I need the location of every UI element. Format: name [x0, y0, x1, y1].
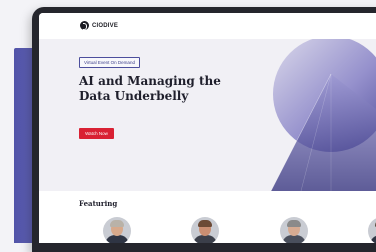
- site-logo[interactable]: CIODIVE: [80, 21, 118, 30]
- site-header: CIODIVE: [39, 13, 376, 40]
- browser-screen: CIODIVE Virtual Event On Demand AI and M…: [39, 13, 376, 243]
- watch-now-button[interactable]: Watch Now: [79, 128, 114, 139]
- speaker-avatar[interactable]: [280, 217, 308, 243]
- ciodive-logo-icon: [80, 21, 89, 30]
- page-title: AI and Managing the Data Underbelly: [79, 74, 221, 103]
- logo-text: CIODIVE: [92, 22, 119, 29]
- speaker-avatar[interactable]: [368, 217, 376, 243]
- event-type-badge: Virtual Event On Demand: [79, 57, 140, 68]
- speaker-avatar[interactable]: [103, 217, 131, 243]
- featuring-heading: Featuring: [79, 199, 118, 208]
- speaker-avatar[interactable]: [191, 217, 219, 243]
